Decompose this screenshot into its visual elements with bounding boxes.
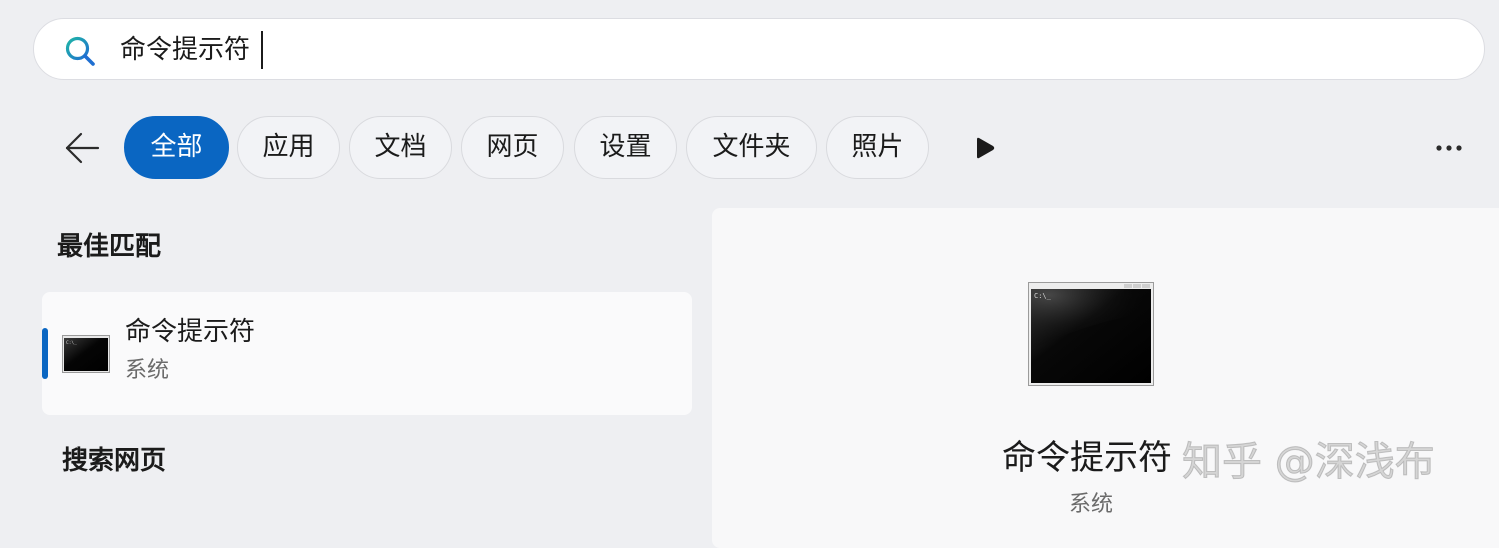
best-match-title: 命令提示符 [125,317,256,347]
play-icon [977,137,995,159]
command-prompt-icon: C:\_ [62,335,110,373]
detail-panel: C:\_ 命令提示符 系统 [712,208,1499,548]
search-icon [64,35,96,67]
best-match-item[interactable]: C:\_ 命令提示符 系统 [42,292,692,415]
filter-chip-apps[interactable]: 应用 [237,116,340,179]
more-filters-button[interactable] [968,130,1004,166]
detail-title: 命令提示符 [1002,438,1172,478]
svg-text:C:\_: C:\_ [66,340,77,346]
filter-chip-settings[interactable]: 设置 [574,116,677,179]
svg-text:C:\_: C:\_ [1034,292,1052,300]
best-match-subtitle: 系统 [125,358,170,383]
watermark: 知乎 @深浅布 [1182,439,1436,486]
filter-chip-folders[interactable]: 文件夹 [686,116,817,179]
filter-chip-all[interactable]: 全部 [124,116,229,179]
command-prompt-icon: C:\_ [1028,282,1154,386]
search-bar[interactable]: 命令提示符 [33,18,1485,80]
more-options-button[interactable] [1426,130,1472,166]
ellipsis-icon [1436,145,1462,151]
section-title-search-web: 搜索网页 [62,446,167,476]
arrow-left-icon [65,132,100,164]
section-title-best-match: 最佳匹配 [57,232,162,262]
text-caret [261,31,263,69]
filter-chip-photos[interactable]: 照片 [826,116,929,179]
search-input[interactable]: 命令提示符 [120,31,250,69]
filter-chip-web[interactable]: 网页 [461,116,564,179]
back-button[interactable] [60,126,104,170]
detail-subtitle: 系统 [1069,492,1114,517]
filter-chip-documents[interactable]: 文档 [349,116,452,179]
selection-indicator [42,328,48,379]
